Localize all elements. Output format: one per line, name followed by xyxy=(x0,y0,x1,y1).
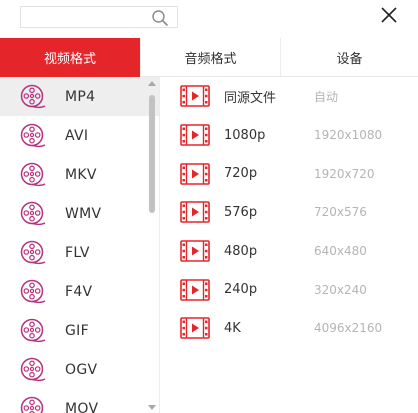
format-label: WMV xyxy=(65,205,102,222)
film-strip-icon xyxy=(180,162,210,185)
format-label: MKV xyxy=(65,166,97,183)
film-strip-icon xyxy=(180,85,210,108)
format-label: FLV xyxy=(65,244,90,261)
resolution-value: 320x240 xyxy=(314,282,367,297)
film-reel-icon xyxy=(20,240,46,266)
resolution-list: 同源文件 自动 1080p 1920x1080 720p 1920x720 576p 720x… xyxy=(162,77,418,413)
resolution-label: 同源文件 xyxy=(224,90,277,106)
format-item[interactable]: MKV xyxy=(0,155,159,194)
resolution-label: 480p xyxy=(224,243,258,259)
scroll-down-arrow-icon[interactable] xyxy=(148,405,156,411)
format-item[interactable]: FLV xyxy=(0,233,159,272)
format-label: AVI xyxy=(65,127,89,144)
film-strip-icon xyxy=(180,240,210,262)
format-label: F4V xyxy=(65,283,93,300)
resolution-item[interactable]: 576p 720x576 xyxy=(162,193,418,232)
resolution-value: 1920x1080 xyxy=(314,128,383,143)
resolution-value: 720x576 xyxy=(314,205,367,220)
resolution-item[interactable]: 4K 4096x2160 xyxy=(162,309,418,348)
format-item[interactable]: F4V xyxy=(0,272,159,311)
film-reel-icon xyxy=(20,123,46,149)
film-reel-icon xyxy=(20,318,46,344)
tab-video-formats[interactable]: 视频格式 xyxy=(0,38,140,77)
resolution-value: 1920x720 xyxy=(314,166,375,181)
resolution-item[interactable]: 同源文件 自动 xyxy=(162,77,418,116)
scroll-up-arrow-icon[interactable] xyxy=(148,80,156,86)
format-item[interactable]: GIF xyxy=(0,311,159,350)
resolution-label: 720p xyxy=(224,166,258,182)
resolution-item[interactable]: 240p 320x240 xyxy=(162,270,418,309)
format-item[interactable]: MP4 xyxy=(0,77,159,116)
format-item[interactable]: AVI xyxy=(0,116,159,155)
tab-audio-formats[interactable]: 音频格式 xyxy=(140,38,280,76)
resolution-item[interactable]: 480p 640x480 xyxy=(162,232,418,271)
format-item[interactable]: WMV xyxy=(0,194,159,233)
format-label: GIF xyxy=(65,322,89,339)
format-label: OGV xyxy=(65,361,98,378)
resolution-value: 自动 xyxy=(314,89,339,104)
resolution-label: 4K xyxy=(224,320,241,336)
film-reel-icon xyxy=(20,396,46,413)
film-strip-icon xyxy=(180,317,210,340)
film-reel-icon xyxy=(20,357,46,383)
film-reel-icon xyxy=(20,201,46,227)
close-icon[interactable] xyxy=(380,6,398,24)
film-strip-icon xyxy=(180,278,210,301)
search-box[interactable] xyxy=(20,6,178,28)
scroll-thumb[interactable] xyxy=(149,95,155,213)
format-list-scrollbar[interactable] xyxy=(146,77,158,413)
resolution-value: 4096x2160 xyxy=(314,321,383,336)
resolution-item[interactable]: 1080p 1920x1080 xyxy=(162,116,418,155)
search-input[interactable] xyxy=(21,7,149,27)
resolution-item[interactable]: 720p 1920x720 xyxy=(162,154,418,193)
resolution-value: 640x480 xyxy=(314,244,367,259)
film-reel-icon xyxy=(20,162,46,188)
film-strip-icon xyxy=(180,124,210,146)
format-item[interactable]: MOV xyxy=(0,389,159,413)
format-label: MP4 xyxy=(65,88,96,105)
film-reel-icon xyxy=(20,84,46,110)
category-tabs: 视频格式 音频格式 设备 xyxy=(0,38,418,77)
resolution-label: 1080p xyxy=(224,127,266,143)
resolution-label: 240p xyxy=(224,282,258,298)
format-list: MP4 AVI MKV WMV FLV F4V GIF OGV MOV xyxy=(0,77,160,413)
search-icon[interactable] xyxy=(151,9,169,27)
film-reel-icon xyxy=(20,279,46,305)
resolution-label: 576p xyxy=(224,204,258,220)
format-label: MOV xyxy=(65,400,99,413)
format-item[interactable]: OGV xyxy=(0,350,159,389)
tab-devices[interactable]: 设备 xyxy=(280,38,418,76)
film-strip-icon xyxy=(180,201,210,224)
